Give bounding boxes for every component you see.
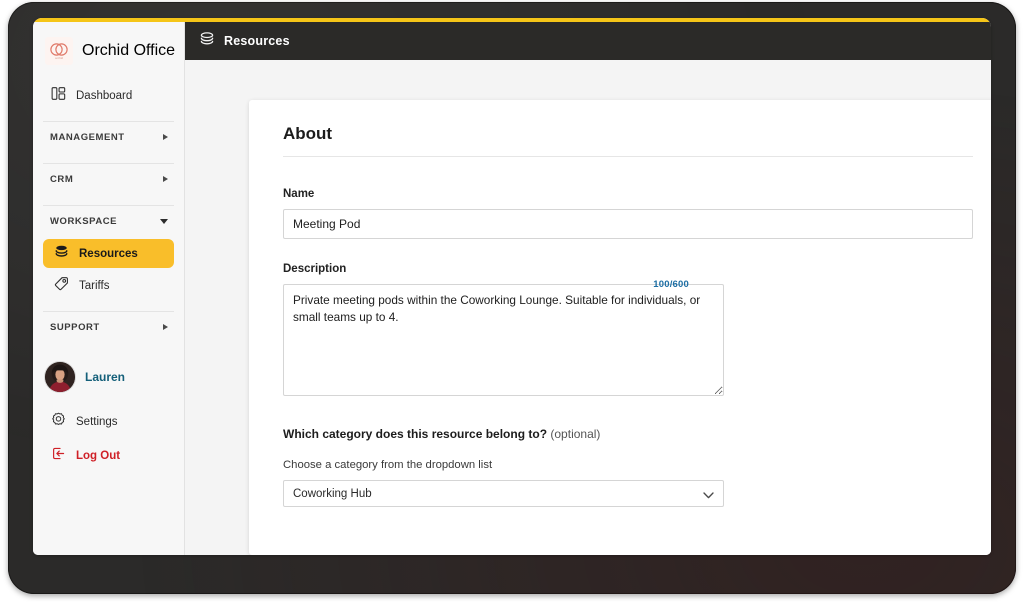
layers-icon <box>54 244 69 264</box>
description-field-block: Description 100/600 <box>249 239 991 396</box>
svg-text:orchid: orchid <box>55 56 64 60</box>
sidebar-section-support-label: SUPPORT <box>50 321 100 333</box>
triangle-right-icon <box>163 134 168 140</box>
content-area: About Name Description 100/600 Which cat… <box>185 60 991 555</box>
sidebar: orchid Orchid Office Dashboard MANAGEMEN… <box>33 22 185 555</box>
description-field-label: Description <box>283 263 347 275</box>
layout-dashboard-icon <box>51 86 66 106</box>
window-accent-bar <box>33 18 991 22</box>
category-hint-text: Choose a category from the dropdown list <box>283 459 493 471</box>
category-select[interactable]: Coworking Hub <box>283 480 724 507</box>
sidebar-section-management[interactable]: MANAGEMENT <box>43 122 174 152</box>
sidebar-item-tariffs[interactable]: Tariffs <box>43 271 174 300</box>
category-question-text: Which category does this resource belong… <box>283 427 548 441</box>
category-select-wrapper: Coworking Hub <box>283 480 724 507</box>
sidebar-item-dashboard[interactable]: Dashboard <box>43 82 174 110</box>
layers-icon <box>199 31 215 52</box>
category-question-label: Which category does this resource belong… <box>283 427 973 441</box>
triangle-down-icon <box>160 218 168 224</box>
user-name-label: Lauren <box>85 370 126 384</box>
card-title: About <box>283 124 333 143</box>
gear-icon <box>51 412 66 432</box>
sidebar-section-management-label: MANAGEMENT <box>50 131 125 143</box>
description-textarea[interactable] <box>283 284 724 396</box>
logout-arrow-icon <box>51 446 66 466</box>
name-field-label: Name <box>283 188 315 200</box>
sidebar-section-workspace[interactable]: WORKSPACE <box>43 206 174 236</box>
price-tag-icon <box>54 276 69 296</box>
brand-header[interactable]: orchid Orchid Office <box>33 22 184 65</box>
user-avatar <box>45 362 75 392</box>
sidebar-item-settings-label: Settings <box>76 416 118 428</box>
sidebar-item-resources-label: Resources <box>79 247 138 260</box>
sidebar-item-logout[interactable]: Log Out <box>43 442 174 470</box>
sidebar-section-workspace-label: WORKSPACE <box>50 215 118 227</box>
orchid-rings-logo-icon: orchid <box>45 37 73 65</box>
sidebar-section-crm-label: CRM <box>50 173 74 185</box>
app-window: orchid Orchid Office Dashboard MANAGEMEN… <box>33 18 991 555</box>
sidebar-item-logout-label: Log Out <box>76 450 121 462</box>
topbar: Resources <box>185 22 991 60</box>
sidebar-item-resources[interactable]: Resources <box>43 239 174 268</box>
sidebar-section-support[interactable]: SUPPORT <box>43 312 174 342</box>
sidebar-item-tariffs-label: Tariffs <box>79 279 110 292</box>
name-input[interactable] <box>283 209 973 239</box>
sidebar-item-dashboard-label: Dashboard <box>76 90 133 102</box>
name-field-block: Name <box>249 157 991 239</box>
category-field-block: Which category does this resource belong… <box>249 396 991 507</box>
category-optional-tag: (optional) <box>550 427 601 441</box>
triangle-right-icon <box>163 176 168 182</box>
user-profile[interactable]: Lauren <box>43 362 174 392</box>
sidebar-item-settings[interactable]: Settings <box>43 408 174 436</box>
sidebar-section-crm[interactable]: CRM <box>43 164 174 194</box>
topbar-title: Resources <box>224 34 290 48</box>
brand-name: Orchid Office <box>82 42 176 59</box>
about-form-card: About Name Description 100/600 Which cat… <box>249 100 991 555</box>
character-counter: 100/600 <box>653 279 689 290</box>
triangle-right-icon <box>163 324 168 330</box>
